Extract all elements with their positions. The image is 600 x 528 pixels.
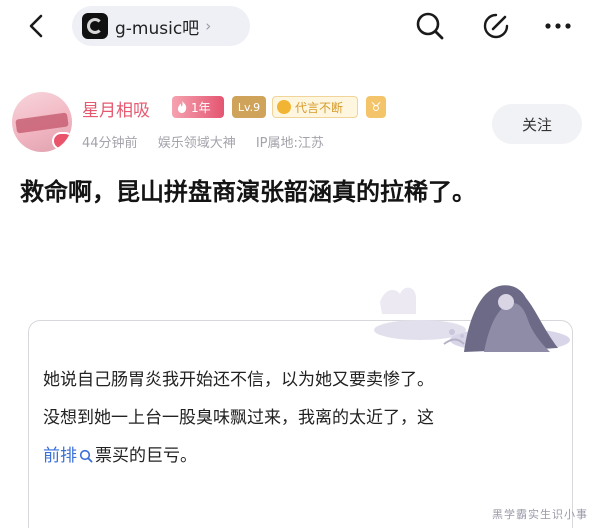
follow-button[interactable]: 关注 (492, 104, 582, 144)
more-icon (545, 23, 571, 29)
decorative-illustration (374, 285, 570, 352)
quote-line: 前排 票买的巨亏。 (43, 437, 563, 475)
quote-line-tail: 票买的巨亏。 (95, 446, 197, 466)
quote-line: 她说自己肠胃炎我开始还不信，以为她又要卖惨了。 (43, 370, 434, 390)
username[interactable]: 星月相吸 (82, 96, 150, 121)
keyword-link[interactable]: 前排 (43, 446, 77, 466)
generation-badge-label: 代言不断 (295, 100, 344, 115)
level-badge: Lv.9 (232, 96, 266, 118)
more-button[interactable] (540, 8, 576, 44)
watermark: 黑学霸实生识小事 (492, 508, 588, 521)
back-arrow-icon (29, 14, 43, 38)
top-bar: g-music吧 › (0, 0, 600, 56)
generation-badge: 代言不断 (272, 96, 358, 118)
avatar-badge (52, 132, 72, 150)
avatar[interactable] (12, 92, 72, 152)
quote-text: 她说自己肠胃炎我开始还不信，以为她又要卖惨了。 没想到她一上台一股臭味飘过来，我… (43, 361, 563, 475)
year-badge-label: 1年 (191, 100, 211, 115)
crown-icon (277, 100, 291, 114)
search-icon (79, 449, 93, 463)
forum-chip[interactable]: g-music吧 › (72, 6, 250, 46)
quote-line: 没想到她一上台一股臭味飘过来，我离的太近了，这 (43, 408, 434, 428)
search-button[interactable] (412, 8, 448, 44)
forum-logo (82, 13, 108, 39)
year-badge: 1年 (172, 96, 224, 118)
edit-button[interactable] (478, 8, 514, 44)
post-time: 44分钟前 (82, 136, 138, 151)
chevron-right-icon: › (205, 17, 212, 35)
flame-icon (177, 101, 187, 113)
forum-name: g-music吧 (115, 18, 200, 39)
search-icon (416, 12, 444, 40)
ip-location: IP属地:江苏 (255, 136, 324, 151)
post-title: 救命啊，昆山拼盘商演张韶涵真的拉稀了。 (20, 178, 476, 206)
zodiac-icon: ♉ (366, 96, 386, 118)
back-button[interactable] (18, 8, 54, 44)
post-meta: 44分钟前 娱乐领域大神 IP属地:江苏 (82, 132, 340, 151)
edit-icon (483, 13, 509, 39)
author-title-badge: 娱乐领域大神 (157, 136, 236, 151)
